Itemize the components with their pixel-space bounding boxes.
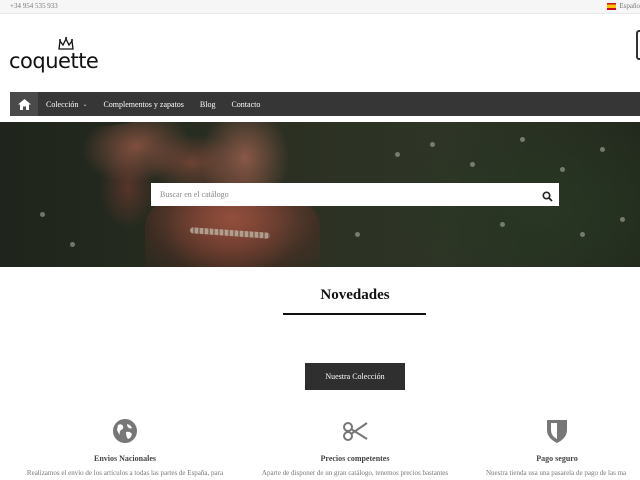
- feature-prices: Precios competentes Aparte de disponer d…: [245, 418, 465, 477]
- section-divider: [283, 313, 426, 315]
- feature-text: Realizamos el envío de los artículos a t…: [26, 469, 224, 477]
- hero-flower: [430, 142, 435, 147]
- feature-shipping: Envios Nacionales Realizamos el envío de…: [15, 418, 235, 477]
- nav-item-blog[interactable]: Blog: [192, 92, 224, 116]
- nav-item-coleccion[interactable]: Colección ⌄: [38, 92, 95, 116]
- logo-wordmark: coquette: [9, 49, 99, 73]
- feature-title: Pago seguro: [536, 454, 578, 463]
- site-logo[interactable]: coquette: [9, 36, 113, 74]
- hero-flower: [470, 162, 475, 167]
- hero-flower: [395, 152, 400, 157]
- nav-item-contacto[interactable]: Contacto: [223, 92, 268, 116]
- feature-title: Envios Nacionales: [93, 454, 156, 463]
- nav-item-label: Complementos y zapatos: [103, 99, 184, 109]
- nav-item-label: Contacto: [231, 99, 261, 109]
- feature-secure-payment: Pago seguro Nuestra tienda usa una pasar…: [474, 418, 640, 477]
- feature-title: Precios competentes: [320, 454, 390, 463]
- hero-figure-arm: [78, 122, 196, 190]
- globe-icon: [113, 419, 137, 443]
- home-icon: [17, 98, 31, 110]
- cart-button[interactable]: [636, 30, 640, 60]
- hero-flower: [620, 217, 625, 222]
- phone-number[interactable]: +34 954 535 933: [10, 2, 58, 10]
- search-input[interactable]: [151, 183, 531, 206]
- hero-flower: [520, 137, 525, 142]
- shield-icon: [547, 420, 567, 443]
- chevron-down-icon: ⌄: [82, 101, 88, 108]
- hero-flower: [580, 232, 585, 237]
- feature-text: Nuestra tienda usa una pasarela de pago …: [486, 469, 627, 477]
- hero-flower: [70, 242, 75, 247]
- language-selector[interactable]: Españo: [607, 2, 640, 10]
- hero-flower: [600, 147, 605, 152]
- language-label: Españo: [619, 2, 640, 10]
- nav-item-label: Blog: [199, 99, 216, 109]
- feature-text: Aparte de disponer de un gran catálogo, …: [261, 469, 449, 477]
- hero-flower: [500, 222, 505, 227]
- top-bar: +34 954 535 933 Españo: [0, 0, 640, 14]
- search-icon: [542, 191, 553, 202]
- search-button[interactable]: [542, 189, 553, 202]
- hero-flower: [560, 167, 565, 172]
- collection-button[interactable]: Nuestra Colección: [305, 363, 405, 390]
- nav-item-complementos[interactable]: Complementos y zapatos: [95, 92, 191, 116]
- hero-flower: [355, 232, 360, 237]
- hero-flower: [40, 212, 45, 217]
- nav-item-label: Colección: [46, 99, 79, 109]
- section-title: Novedades: [320, 287, 390, 303]
- nav-home[interactable]: [10, 92, 38, 116]
- site-header: coquette: [0, 14, 640, 92]
- search-bar: [151, 183, 559, 206]
- spain-flag-icon: [607, 2, 617, 10]
- main-nav: Colección ⌄ Complementos y zapatos Blog …: [10, 92, 640, 116]
- scissors-icon: [343, 422, 368, 441]
